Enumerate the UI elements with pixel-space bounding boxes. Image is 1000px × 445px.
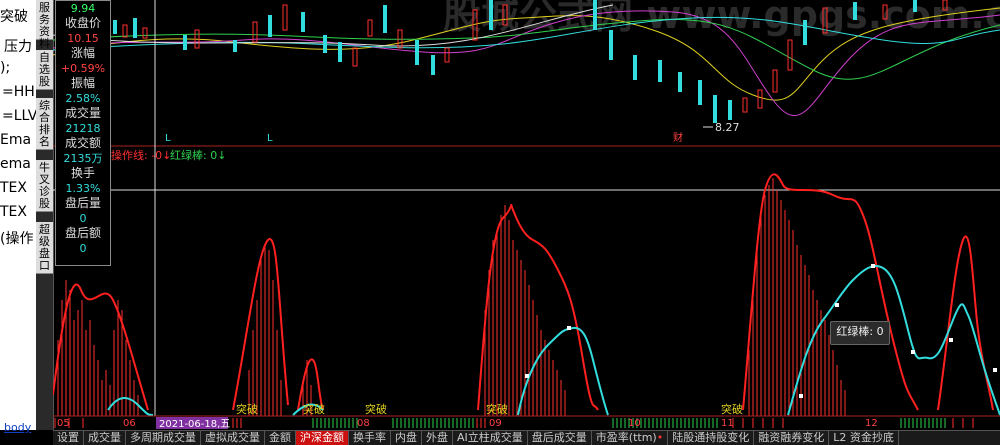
tab-label: 陆股通持股变化 — [672, 431, 750, 444]
dw-change-label: 涨幅 — [70, 46, 95, 60]
tab-label: 沪深金额 — [300, 431, 344, 444]
editor-line: 压力 — [4, 39, 32, 55]
dw-top-value: 9.94 — [70, 2, 96, 15]
tab-label: 成交量 — [88, 431, 121, 444]
editor-line: ema — [0, 156, 31, 172]
dw-amplitude-label: 振幅 — [70, 76, 95, 90]
dw-amount-label: 成交额 — [64, 136, 101, 150]
breakout-label: 突破 — [486, 402, 508, 416]
tab-label: AI立柱成交量 — [457, 431, 523, 444]
tab-label: 内盘 — [395, 431, 417, 444]
dw-after-vol-value: 0 — [79, 212, 87, 225]
tab-11[interactable]: 市盈率(ttm)• — [592, 431, 669, 445]
tab-label: 金额 — [269, 431, 291, 444]
sidebar-item-service[interactable]: 服务资料 — [36, 0, 53, 50]
tab-4[interactable]: 金额 — [265, 431, 296, 445]
marker-cai: 财 — [673, 131, 683, 144]
tab-12[interactable]: 陆股通持股变化 — [668, 431, 755, 445]
sidebar-item-level2[interactable]: 超级盘口 — [36, 222, 53, 274]
dw-amplitude-value: 2.58% — [65, 92, 101, 105]
body-link[interactable]: body — [4, 421, 31, 434]
dw-close-value: 10.15 — [67, 32, 99, 45]
date-axis: 05 06 2021-06-18,五 08 09 10 11 12 — [53, 415, 1000, 430]
date-label: 11 — [721, 418, 734, 429]
tab-label: 外盘 — [426, 431, 448, 444]
indicator-tooltip: 红绿棒: 0 — [830, 321, 890, 345]
tab-10[interactable]: 盘后成交量 — [528, 431, 592, 445]
tab-label: 换手率 — [353, 431, 386, 444]
formula-editor-panel[interactable]: 突破 压力 ); =HH =LLV Ema ema TEX TEX (操作 — [0, 0, 36, 430]
marker-L: L — [267, 133, 273, 144]
tab-label: 虚拟成交量 — [205, 431, 260, 444]
indicator-label-redgreen: 红绿棒: 0↓ — [170, 148, 226, 162]
tab-1[interactable]: 成交量 — [84, 431, 126, 445]
red-bars — [57, 178, 846, 416]
dw-volume-value: 21218 — [65, 122, 101, 135]
tab-6[interactable]: 换手率 — [349, 431, 391, 445]
data-window: 9.94 收盘价 10.15 涨幅 +0.59% 振幅 2.58% 成交量 21… — [55, 0, 111, 266]
indicator-pane: 操作线: -0↓ 红绿棒: 0↓ 突破 突破 突破 突破 突破 — [53, 0, 1000, 416]
tab-label: L2 资金抄底 — [833, 431, 894, 444]
date-label: 06 — [123, 418, 136, 429]
breakout-label: 突破 — [236, 402, 258, 416]
editor-line: Ema — [0, 132, 32, 148]
tab-13[interactable]: 融资融券变化 — [754, 431, 830, 445]
editor-line: TEX — [0, 204, 27, 220]
price-pane: 股城公式网 www.gpgs.com.cn 8.27 L L 财 — [53, 0, 1000, 147]
sidebar-item-diagnosis[interactable]: 牛叉诊股 — [36, 160, 53, 212]
tab-label: 盘后成交量 — [531, 431, 587, 444]
tab-label: 设置 — [57, 431, 79, 444]
tab-2[interactable]: 多周期成交量 — [126, 431, 201, 445]
dw-turnover-label: 换手 — [70, 166, 95, 180]
tab-9[interactable]: AI立柱成交量 — [453, 431, 528, 445]
tab-5[interactable]: 沪深金额 — [296, 431, 349, 445]
dw-volume-label: 成交量 — [64, 106, 101, 120]
sidebar-item-ranking[interactable]: 综合排名 — [36, 98, 53, 150]
indicator-tab-bar: 设置 成交量 多周期成交量 虚拟成交量 金额 沪深金额 换手率 内盘 外盘 AI立柱成交量 盘后成交… — [53, 430, 1000, 445]
date-label: 05 — [57, 418, 70, 429]
dw-amount-value: 2135万 — [63, 152, 103, 165]
date-label: 08 — [357, 418, 370, 429]
dw-change-value: +0.59% — [60, 62, 106, 75]
operation-line — [53, 173, 994, 411]
date-label: 09 — [489, 418, 502, 429]
left-sidebar: 服务资料 自选股 综合排名 牛叉诊股 超级盘口 — [36, 0, 54, 430]
stock-chart-app: 突破 压力 ); =HH =LLV Ema ema TEX TEX (操作 bo… — [0, 0, 1000, 445]
breakout-label: 突破 — [721, 402, 743, 416]
tab-0[interactable]: 设置 — [53, 431, 84, 445]
dw-after-vol-label: 盘后量 — [64, 196, 101, 210]
tab-7[interactable]: 内盘 — [391, 431, 422, 445]
tab-label: 融资融券变化 — [758, 431, 825, 444]
breakout-label: 突破 — [365, 402, 387, 416]
dw-turnover-value: 1.33% — [65, 182, 101, 195]
tab-14[interactable]: L2 资金抄底 — [829, 431, 899, 445]
editor-line: (操作 — [0, 231, 34, 247]
editor-line: 突破 — [0, 9, 28, 25]
dw-close-label: 收盘价 — [64, 16, 101, 30]
marker-L: L — [165, 133, 171, 144]
breakout-label: 突破 — [303, 402, 325, 416]
date-label: 10 — [628, 418, 641, 429]
tab-8[interactable]: 外盘 — [422, 431, 453, 445]
tab-label: 多周期成交量 — [130, 431, 196, 444]
date-label: 12 — [865, 418, 878, 429]
date-box-label: 2021-06-18,五 — [159, 419, 230, 430]
editor-line: =HH — [2, 84, 35, 100]
sidebar-item-watchlist[interactable]: 自选股 — [36, 50, 53, 90]
indicator-label-operation: 操作线: -0↓ — [111, 148, 171, 162]
tab-dot-icon: • — [656, 431, 664, 444]
editor-line: ); — [0, 60, 11, 76]
tab-label: 市盈率(ttm) — [595, 431, 657, 444]
dw-after-amt-value: 0 — [79, 242, 87, 255]
editor-line: =LLV — [2, 108, 36, 124]
dw-after-amt-label: 盘后额 — [64, 226, 101, 240]
low-price-label: 8.27 — [715, 121, 740, 134]
kline-chart[interactable]: 股城公式网 www.gpgs.com.cn 8.27 L L 财 操作线: -0… — [53, 0, 1000, 430]
editor-line: TEX — [0, 180, 27, 196]
tab-3[interactable]: 虚拟成交量 — [201, 431, 265, 445]
